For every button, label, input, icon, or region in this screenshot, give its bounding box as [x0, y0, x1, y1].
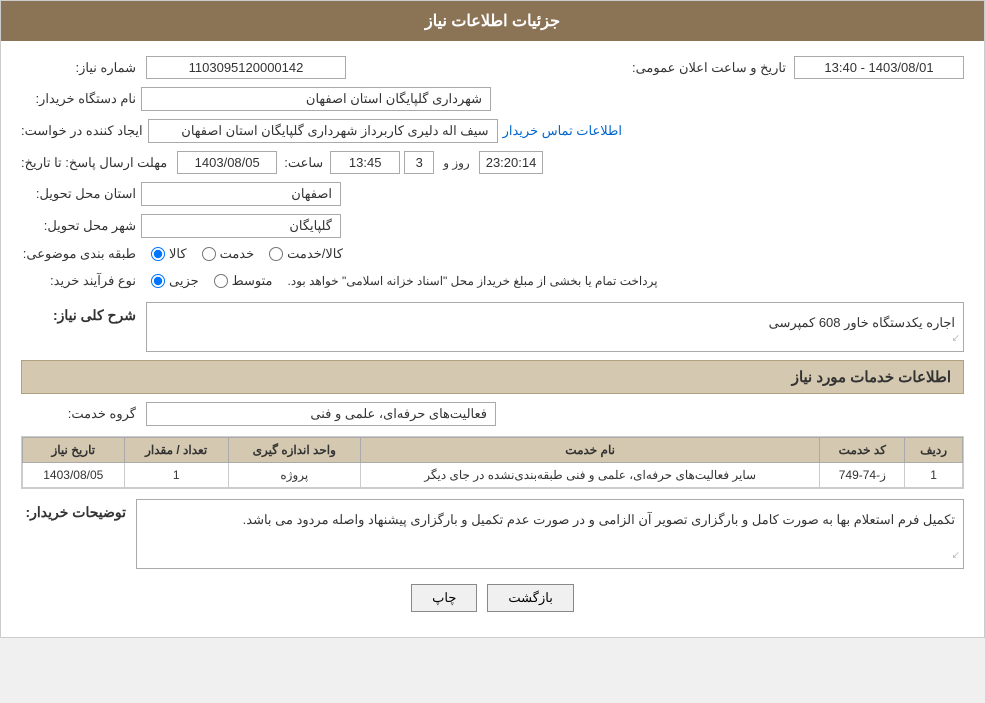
category-radio-kala-khedmat[interactable]	[269, 247, 283, 261]
category-radio-kala[interactable]	[151, 247, 165, 261]
services-section-title: اطلاعات خدمات مورد نیاز	[792, 369, 951, 386]
page-header: جزئیات اطلاعات نیاز	[1, 1, 984, 41]
service-group-value: فعالیت‌های حرفه‌ای، علمی و فنی	[146, 402, 496, 426]
services-section-header: اطلاعات خدمات مورد نیاز	[21, 360, 964, 394]
city-value: گلپایگان	[141, 214, 341, 238]
contact-link[interactable]: اطلاعات تماس خریدار	[503, 123, 622, 139]
creator-label: ایجاد کننده در خواست:	[21, 123, 148, 139]
table-header-quantity: تعداد / مقدار	[124, 438, 228, 463]
purchase-radio-group: متوسط جزیی	[151, 273, 273, 289]
category-option-kala-khedmat[interactable]: کالا/خدمت	[269, 246, 343, 262]
category-radio-group: کالا/خدمت خدمت کالا	[151, 246, 343, 262]
table-cell-name: سایر فعالیت‌های حرفه‌ای، علمی و فنی طبقه…	[360, 463, 820, 488]
buyer-org-value: شهرداری گلپایگان استان اصفهان	[141, 87, 491, 111]
table-cell-code: ز-74-749	[820, 463, 905, 488]
purchase-option-label-motavaset: متوسط	[232, 273, 273, 289]
description-value: اجاره یکدستگاه خاور 608 کمپرسی	[769, 315, 955, 330]
page-title: جزئیات اطلاعات نیاز	[425, 13, 560, 30]
deadline-time-label: ساعت:	[281, 155, 326, 171]
back-button[interactable]: بازگشت	[487, 584, 573, 612]
category-option-label-khedmat: خدمت	[220, 246, 255, 262]
remarks-label: توضیحات خریدار:	[21, 499, 131, 521]
table-header-name: نام خدمت	[360, 438, 820, 463]
category-option-label-kala-khedmat: کالا/خدمت	[287, 246, 343, 262]
notice-number-label: شماره نیاز:	[21, 60, 141, 76]
purchase-radio-motavaset[interactable]	[214, 274, 228, 288]
action-buttons: بازگشت چاپ	[21, 584, 964, 612]
announce-date-label: تاریخ و ساعت اعلان عمومی:	[629, 60, 789, 76]
announce-date-value: 1403/08/01 - 13:40	[794, 56, 964, 79]
province-value: اصفهان	[141, 182, 341, 206]
service-group-label: گروه خدمت:	[21, 406, 141, 422]
city-label: شهر محل تحویل:	[21, 218, 141, 234]
creator-value: سیف اله دلیری کاربرداز شهرداری گلپایگان …	[148, 119, 498, 143]
province-label: استان محل تحویل:	[21, 186, 141, 202]
table-cell-date: 1403/08/05	[23, 463, 125, 488]
table-header-row: ردیف	[905, 438, 963, 463]
table-header-unit: واحد اندازه گیری	[228, 438, 360, 463]
description-section-title: شرح کلی نیاز:	[21, 302, 141, 324]
table-cell-quantity: 1	[124, 463, 228, 488]
purchase-option-jozi[interactable]: جزیی	[151, 273, 199, 289]
table-header-code: کد خدمت	[820, 438, 905, 463]
remarks-value: تکمیل فرم استعلام بها به صورت کامل و بار…	[243, 512, 955, 527]
purchase-radio-jozi[interactable]	[151, 274, 165, 288]
table-cell-unit: پروژه	[228, 463, 360, 488]
category-label: طبقه بندی موضوعی:	[21, 246, 141, 262]
category-option-kala[interactable]: کالا	[151, 246, 187, 262]
notice-number-value: 1103095120000142	[146, 56, 346, 79]
deadline-label: مهلت ارسال پاسخ: تا تاریخ:	[21, 155, 172, 171]
services-table: ردیف کد خدمت نام خدمت واحد اندازه گیری ت…	[21, 436, 964, 489]
table-header-date: تاریخ نیاز	[23, 438, 125, 463]
buyer-org-label: نام دستگاه خریدار:	[21, 91, 141, 107]
purchase-note: پرداخت تمام یا بخشی از مبلغ خریداز محل "…	[283, 270, 663, 292]
purchase-type-label: نوع فرآیند خرید:	[21, 273, 141, 289]
deadline-time-value: 13:45	[330, 151, 400, 174]
category-option-label-kala: کالا	[169, 246, 187, 262]
table-row: 1ز-74-749سایر فعالیت‌های حرفه‌ای، علمی و…	[23, 463, 963, 488]
category-radio-khedmat[interactable]	[202, 247, 216, 261]
purchase-option-motavaset[interactable]: متوسط	[214, 273, 273, 289]
deadline-date-value: 1403/08/05	[177, 151, 277, 174]
print-button[interactable]: چاپ	[411, 584, 477, 612]
purchase-option-label-jozi: جزیی	[169, 273, 199, 289]
remaining-time-label: روز و	[438, 156, 475, 170]
table-cell-row: 1	[905, 463, 963, 488]
remaining-time-value: 23:20:14	[479, 151, 544, 174]
remaining-days-value: 3	[404, 151, 434, 174]
category-option-khedmat[interactable]: خدمت	[202, 246, 255, 262]
